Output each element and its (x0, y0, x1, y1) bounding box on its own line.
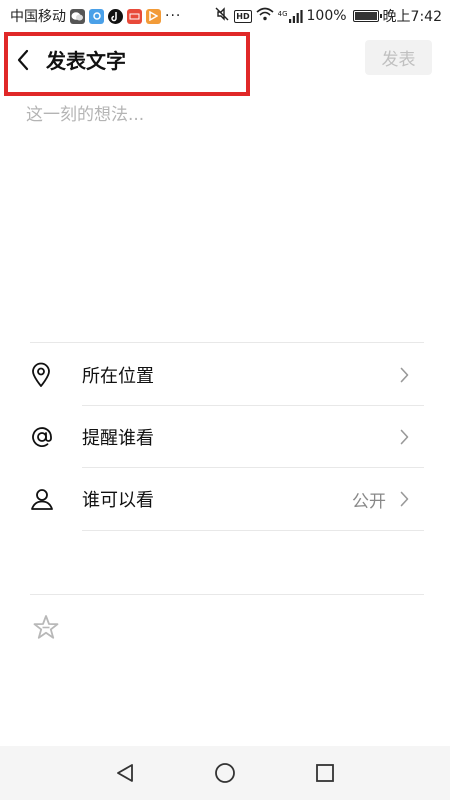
status-left: 中国移动 ··· (10, 6, 181, 26)
video-app-icon (146, 8, 161, 24)
publish-button[interactable]: 发表 (365, 40, 432, 75)
chevron-right-icon (396, 367, 412, 383)
mute-icon (214, 6, 230, 26)
wechat-icon (70, 8, 85, 24)
hd-badge: HD (234, 9, 252, 23)
nav-recents-button[interactable] (314, 762, 336, 784)
at-icon (30, 425, 70, 449)
back-button[interactable] (12, 48, 34, 72)
status-bar: 中国移动 ··· HD 4G 100% 晚上7:42 (0, 0, 450, 32)
page-title: 发表文字 (46, 49, 126, 73)
option-value: 公开 (352, 491, 386, 512)
option-label: 所在位置 (82, 366, 154, 387)
battery-percent: 100% (306, 8, 347, 24)
status-right: HD 4G 100% 晚上7:42 (214, 6, 442, 26)
option-label: 谁可以看 (82, 490, 154, 511)
option-mention[interactable]: 提醒谁看 (30, 406, 424, 468)
option-location[interactable]: 所在位置 (30, 344, 424, 406)
nav-back-button[interactable] (114, 762, 136, 784)
wifi-icon (256, 7, 274, 25)
star-icon[interactable] (33, 614, 59, 640)
person-icon (30, 487, 70, 511)
carrier-label: 中国移动 (10, 9, 66, 25)
app-icon (89, 8, 104, 24)
chevron-right-icon (396, 491, 412, 507)
tiktok-icon (108, 8, 123, 24)
nav-home-button[interactable] (214, 762, 236, 784)
news-app-icon (127, 8, 142, 24)
signal-icon: 4G (278, 9, 303, 23)
battery-fill (354, 12, 377, 20)
option-visibility[interactable]: 谁可以看 公开 (30, 468, 424, 530)
screen: 中国移动 ··· HD 4G 100% 晚上7:42 发表文字 发表 这一刻的想… (0, 0, 450, 800)
divider (30, 594, 424, 595)
highlight-annotation (4, 32, 250, 96)
clock: 晚上7:42 (382, 9, 442, 25)
square-recents-icon (316, 764, 334, 782)
option-label: 提醒谁看 (82, 428, 154, 449)
chevron-right-icon (396, 429, 412, 445)
more-notifications-icon: ··· (165, 8, 182, 24)
battery-icon (352, 10, 382, 22)
navigation-bar (0, 746, 450, 800)
triangle-back-icon (117, 764, 133, 782)
circle-home-icon (215, 763, 235, 783)
divider (30, 342, 424, 343)
divider (82, 530, 424, 531)
chevron-left-icon (17, 49, 29, 71)
location-pin-icon (30, 362, 70, 388)
post-text-input[interactable] (26, 100, 426, 330)
